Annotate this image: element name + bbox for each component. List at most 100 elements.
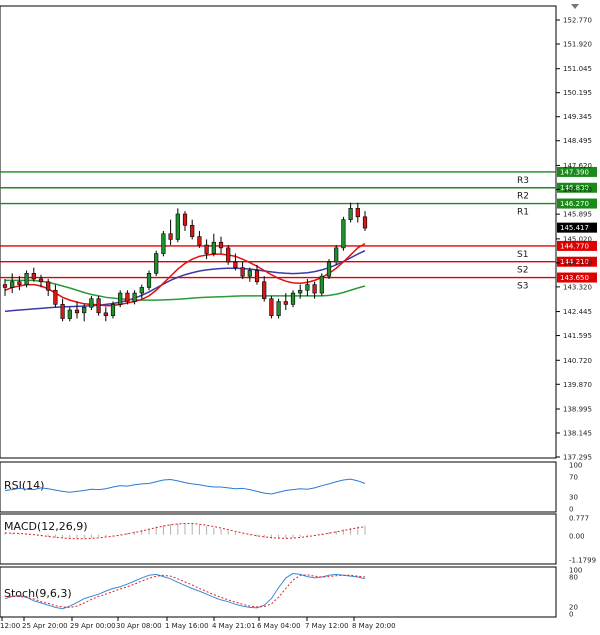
stoch-axis-label: 0	[569, 611, 573, 619]
price-panel[interactable]	[0, 5, 557, 459]
rsi-axis-label: 0	[569, 506, 573, 514]
time-label: 4 May 21:01	[212, 622, 256, 630]
candle-bear	[262, 281, 267, 300]
candle-bull	[334, 247, 339, 263]
candle-bear	[38, 278, 44, 283]
candle-bull	[89, 298, 94, 308]
level-price-label: 144.770	[560, 242, 589, 250]
level-name-r3: R3	[517, 176, 529, 186]
price-tick-label: 144.170	[563, 259, 592, 267]
price-tick-label: 145.020	[563, 235, 592, 243]
candle-bull	[348, 208, 353, 220]
candle-bear	[182, 213, 188, 226]
candle-bear	[96, 298, 101, 314]
candle-bull	[211, 241, 216, 254]
stoch-panel[interactable]	[0, 566, 557, 618]
price-tick-label: 148.495	[563, 137, 592, 145]
candle-bear	[46, 281, 51, 291]
price-tick-label: 151.920	[563, 41, 592, 49]
candle-bear	[125, 292, 130, 302]
level-name-s1: S1	[517, 250, 528, 260]
price-tick-label: 146.770	[563, 186, 592, 194]
candle-bull	[247, 270, 252, 277]
price-tick-label: 137.295	[563, 454, 592, 462]
price-tick-label: 150.195	[563, 89, 592, 97]
time-label: 8 May 20:00	[352, 622, 396, 630]
candle-bull	[276, 301, 281, 316]
candle-bear	[240, 267, 245, 277]
level-name-r2: R2	[517, 192, 529, 202]
candle-bull	[175, 213, 180, 240]
price-tick-label: 139.870	[563, 381, 592, 389]
price-tick-label: 141.595	[563, 332, 592, 340]
candle-bull	[110, 304, 116, 316]
price-tick-label: 147.620	[563, 162, 592, 170]
price-tick-label: 145.895	[563, 211, 592, 219]
candle-bull	[290, 292, 296, 305]
time-label: 25 Apr 20:00	[22, 622, 68, 630]
candle-bull	[67, 309, 72, 319]
price-tick-label: 152.770	[563, 17, 592, 25]
candle-bull	[305, 284, 310, 291]
candle-bull	[132, 292, 137, 302]
current-price-label: 145.417	[560, 224, 589, 232]
candle-bear	[254, 270, 260, 283]
macd-axis-label: -1.1799	[569, 557, 596, 565]
price-tick-label: 140.720	[563, 357, 592, 365]
stoch-label: Stoch(9,6,3)	[4, 587, 72, 600]
candle-bull	[154, 253, 159, 274]
candle-bull	[10, 281, 15, 288]
price-tick-label: 138.145	[563, 429, 592, 437]
candle-bear	[226, 247, 231, 263]
time-label: 7 May 12:00	[305, 622, 349, 630]
candle-bull	[146, 273, 152, 288]
time-label: 30 Apr 08:00	[116, 622, 162, 630]
price-axis: 152.770 151.920 151.045 150.195 149.345 148.4…	[556, 17, 597, 462]
candle-bull	[161, 233, 166, 254]
candle-bear	[269, 298, 274, 316]
price-tick-label: 138.995	[563, 405, 592, 413]
macd-axis-label: 0.00	[569, 533, 585, 541]
rsi-axis-label: 30	[569, 494, 578, 502]
collapse-arrow-icon[interactable]	[571, 4, 579, 9]
time-label: 29 Apr 00:00	[70, 622, 116, 630]
candle-bear	[103, 312, 108, 316]
rsi-axis-label: 70	[569, 474, 578, 482]
time-label: 12:00	[0, 622, 20, 630]
level-name-r1: R1	[517, 208, 529, 218]
price-tick-label: 143.320	[563, 283, 592, 291]
rsi-axis-label: 100	[569, 462, 582, 470]
candle-bull	[139, 287, 144, 294]
candle-bear	[168, 233, 173, 240]
candle-bear	[17, 281, 22, 285]
candle-bear	[31, 273, 36, 280]
candle-bull	[24, 273, 29, 285]
candle-bear	[190, 224, 195, 237]
candle-bull	[341, 219, 346, 249]
candle-bull	[298, 289, 303, 294]
macd-axis-label: 0.777	[569, 515, 589, 523]
price-tick-label: 142.445	[563, 308, 592, 316]
price-tick-label: 149.345	[563, 113, 592, 121]
candle-bull	[82, 306, 87, 314]
candle-bull	[319, 275, 324, 294]
level-price-label: 143.650	[560, 274, 589, 282]
candle-bear	[312, 284, 317, 294]
level-name-s3: S3	[517, 282, 528, 292]
candle-bull	[326, 261, 332, 277]
candle-bear	[53, 289, 58, 305]
candle-bear	[283, 301, 288, 305]
macd-label: MACD(12,26,9)	[4, 520, 88, 533]
candle-bear	[2, 284, 8, 288]
rsi-panel[interactable]	[0, 461, 557, 513]
candle-bear	[218, 241, 224, 249]
candle-bull	[118, 292, 123, 305]
stoch-axis-label: 80	[569, 574, 578, 582]
candle-bear	[362, 216, 368, 229]
candle-bear	[233, 261, 238, 268]
candle-bear	[74, 309, 80, 314]
time-label: 1 May 16:00	[165, 622, 209, 630]
time-label: 6 May 04:00	[257, 622, 301, 630]
candle-bear	[197, 236, 202, 246]
candle-bear	[355, 208, 360, 218]
